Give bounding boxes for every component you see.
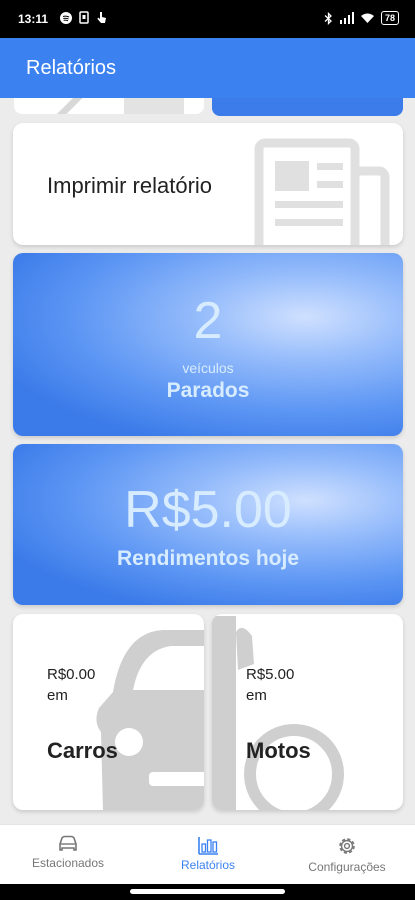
signal-icon — [339, 12, 354, 24]
partial-card-graphic-bar — [124, 98, 184, 114]
nav-item-estacionados[interactable]: Estacionados — [18, 825, 118, 885]
status-bar: 13:11 78 — [0, 0, 415, 38]
nav-item-configuracoes[interactable]: Configurações — [290, 825, 404, 885]
cars-amount-block: R$0.00 em — [47, 664, 95, 706]
sim-icon — [79, 11, 89, 24]
wifi-icon — [360, 13, 374, 23]
app-bar: Relatórios — [0, 38, 415, 98]
cars-amount-suffix: em — [47, 687, 68, 704]
motorcycle-icon — [212, 616, 344, 810]
parked-count: 2 — [193, 292, 223, 350]
system-home-bar — [0, 884, 415, 900]
partial-card-right[interactable] — [212, 98, 403, 116]
nav-label-configuracoes: Configurações — [308, 860, 386, 874]
page-title: Relatórios — [26, 57, 117, 79]
motos-earnings-card[interactable]: R$5.00 em Motos — [212, 614, 403, 810]
earnings-amount: R$5.00 — [124, 481, 292, 539]
print-report-card[interactable]: Imprimir relatório — [13, 123, 403, 245]
battery-indicator: 78 — [380, 11, 399, 25]
spotify-icon — [60, 11, 72, 24]
print-report-label: Imprimir relatório — [47, 173, 213, 198]
motos-label: Motos — [246, 738, 311, 763]
car-icon — [96, 630, 204, 810]
motos-amount-block: R$5.00 em — [246, 664, 294, 706]
bottom-navigation: Estacionados Relatórios Configurações — [0, 824, 415, 885]
notification-icons — [60, 11, 107, 24]
newspaper-icon — [254, 138, 390, 245]
motos-amount: R$5.00 — [246, 666, 295, 683]
parked-vehicles-card[interactable]: 2 veículos Parados — [13, 253, 403, 436]
car-icon — [59, 835, 77, 851]
partial-card-left[interactable] — [14, 98, 204, 114]
earnings-today-card[interactable]: R$5.00 Rendimentos hoje — [13, 444, 403, 605]
partial-card-graphic — [54, 98, 114, 114]
reports-content[interactable]: Imprimir relatório 2 veículos Parados R$… — [0, 98, 415, 824]
gesture-icon — [97, 12, 106, 23]
cars-earnings-card[interactable]: R$0.00 em Carros — [13, 614, 204, 810]
cars-amount: R$0.00 — [47, 666, 96, 683]
motos-amount-suffix: em — [246, 687, 267, 704]
bluetooth-icon — [324, 11, 332, 25]
bar-chart-icon — [198, 837, 218, 855]
system-icons: 78 — [324, 11, 399, 25]
home-indicator[interactable] — [130, 889, 285, 894]
cars-label: Carros — [47, 738, 118, 763]
earnings-label: Rendimentos hoje — [116, 547, 300, 570]
nav-label-relatorios: Relatórios — [180, 858, 236, 872]
nav-label-estacionados: Estacionados — [31, 856, 105, 870]
gear-icon — [339, 838, 355, 854]
parked-unit: veículos — [182, 360, 234, 376]
parked-label: Parados — [166, 379, 250, 402]
status-time: 13:11 — [18, 12, 49, 26]
nav-item-relatorios[interactable]: Relatórios — [158, 825, 258, 885]
